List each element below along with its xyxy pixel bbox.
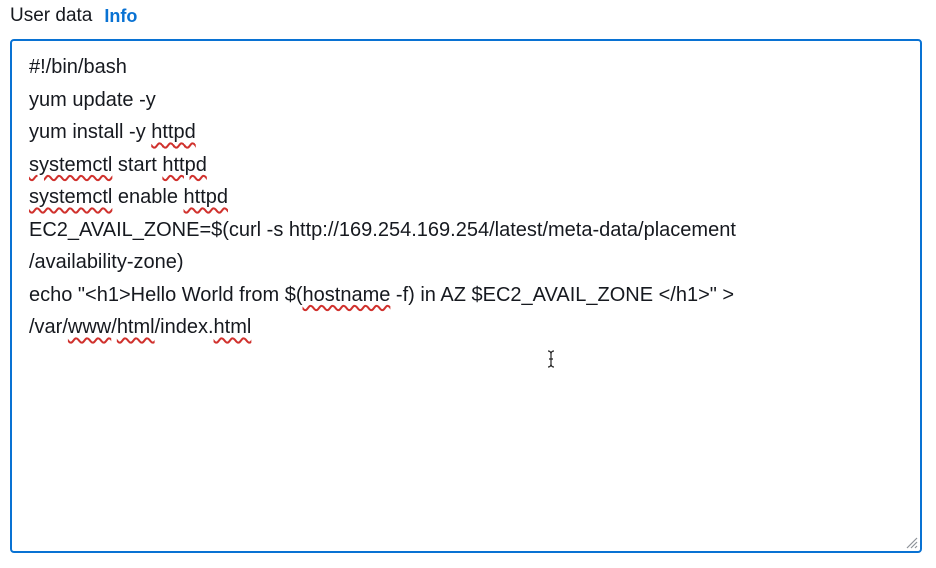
script-line: systemctl start httpd — [29, 149, 906, 182]
misspelled-word: html — [116, 316, 155, 338]
script-text: echo "<h1>Hello World from $( — [29, 283, 303, 306]
script-text: yum update -y — [29, 88, 156, 111]
script-line: EC2_AVAIL_ZONE=$(curl -s http://169.254.… — [29, 214, 906, 247]
script-line: echo "<h1>Hello World from $(hostname -f… — [29, 279, 906, 312]
script-text: EC2_AVAIL_ZONE=$(curl -s http://169.254.… — [29, 218, 736, 241]
misspelled-word: httpd — [151, 121, 196, 143]
script-line: systemctl enable httpd — [29, 181, 906, 214]
text-cursor-icon — [547, 350, 555, 368]
script-text: /var/ — [29, 316, 68, 338]
resize-grip-icon[interactable] — [904, 535, 918, 549]
info-link[interactable]: Info — [104, 6, 137, 27]
script-line: /availability-zone) — [29, 246, 906, 279]
script-text: start — [112, 153, 163, 176]
script-text: yum install -y — [29, 121, 152, 143]
misspelled-word: httpd — [162, 153, 207, 176]
misspelled-word: www — [67, 316, 112, 338]
user-data-textarea[interactable]: #!/bin/bash yum update -y yum install -y h… — [10, 39, 922, 553]
user-data-label-row: User data Info — [10, 4, 137, 28]
script-text: enable — [112, 186, 184, 208]
misspelled-word: html — [213, 316, 252, 338]
script-line: /var/www/html/index.html — [29, 311, 906, 344]
script-line: yum install -y httpd — [29, 116, 906, 149]
script-text: -f) in AZ $EC2_AVAIL_ZONE </h1>" > — [390, 283, 735, 306]
user-data-script[interactable]: #!/bin/bash yum update -y yum install -y h… — [29, 51, 906, 344]
misspelled-word: systemctl — [29, 186, 113, 208]
user-data-label: User data — [10, 5, 93, 26]
script-line: #!/bin/bash — [29, 51, 906, 84]
script-text: /availability-zone) — [29, 251, 184, 273]
misspelled-word: systemctl — [29, 153, 113, 176]
script-line: yum update -y — [29, 84, 906, 117]
script-text: /index. — [154, 316, 214, 338]
misspelled-word: hostname — [302, 283, 391, 306]
script-text: #!/bin/bash — [29, 56, 127, 78]
misspelled-word: httpd — [183, 186, 228, 208]
